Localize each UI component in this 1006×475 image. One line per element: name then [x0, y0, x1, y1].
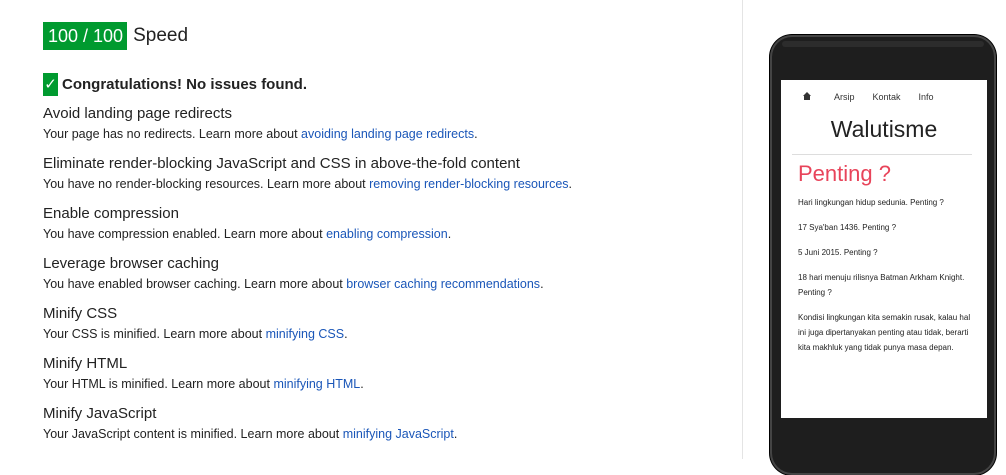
preview-blog-title[interactable]: Walutisme — [781, 114, 987, 154]
preview-post-title[interactable]: Penting ? — [798, 159, 987, 189]
preview-nav: Arsip Kontak Info — [781, 80, 987, 114]
preview-divider — [792, 154, 972, 155]
rule-desc-text: You have compression enabled. Learn more… — [43, 227, 327, 241]
rule-learn-more-link[interactable]: minifying HTML — [273, 377, 360, 391]
congrats-row: ✓ Congratulations! No issues found. — [43, 73, 723, 96]
preview-nav-item-kontak[interactable]: Kontak — [873, 92, 901, 102]
score-label: Speed — [133, 25, 189, 46]
rule-item: Minify HTML Your HTML is minified. Learn… — [43, 354, 723, 394]
rule-title: Minify HTML — [43, 355, 128, 372]
rule-learn-more-link[interactable]: removing render-blocking resources — [369, 177, 568, 191]
rule-learn-more-link[interactable]: avoiding landing page redirects — [301, 127, 474, 141]
preview-post-line: Hari lingkungan hidup sedunia. Penting ? — [798, 198, 944, 207]
preview-post-line: Kondisi lingkungan kita semakin rusak, k… — [798, 313, 971, 352]
rule-desc-text: Your JavaScript content is minified. Lea… — [43, 427, 343, 441]
rule-learn-more-link[interactable]: enabling compression — [326, 227, 448, 241]
rule-item: Minify CSS Your CSS is minified. Learn m… — [43, 304, 723, 344]
rule-desc-end: . — [453, 427, 458, 441]
rule-desc-end: . — [447, 227, 452, 241]
congrats-text: Congratulations! No issues found. — [62, 76, 308, 93]
mobile-preview-screen: Arsip Kontak Info Walutisme Penting ? Ha… — [781, 80, 987, 418]
rule-desc-text: Your page has no redirects. Learn more a… — [43, 127, 302, 141]
rule-description: Your HTML is minified. Learn more about … — [43, 374, 723, 394]
rule-item: Eliminate render-blocking JavaScript and… — [43, 154, 723, 194]
rule-description: You have compression enabled. Learn more… — [43, 224, 723, 244]
home-icon[interactable] — [802, 92, 812, 102]
rule-description: Your page has no redirects. Learn more a… — [43, 124, 723, 144]
rule-item: Minify JavaScript Your JavaScript conten… — [43, 404, 723, 444]
rule-description: Your JavaScript content is minified. Lea… — [43, 424, 723, 444]
rule-description: Your CSS is minified. Learn more about m… — [43, 324, 723, 344]
rule-learn-more-link[interactable]: browser caching recommendations — [346, 277, 540, 291]
rule-desc-text: Your CSS is minified. Learn more about — [43, 327, 266, 341]
rule-desc-end: . — [568, 177, 573, 191]
rule-learn-more-link[interactable]: minifying CSS — [266, 327, 345, 341]
rule-title: Eliminate render-blocking JavaScript and… — [43, 155, 520, 172]
rule-title: Leverage browser caching — [43, 255, 219, 272]
vertical-divider — [742, 0, 743, 459]
rule-desc-end: . — [344, 327, 348, 341]
rule-title: Minify JavaScript — [43, 405, 157, 422]
results-panel: 100 / 100 Speed ✓ Congratulations! No is… — [43, 22, 723, 444]
preview-post-line: 5 Juni 2015. Penting ? — [798, 248, 878, 257]
checkmark-icon: ✓ — [43, 73, 58, 96]
rule-item: Leverage browser caching You have enable… — [43, 254, 723, 294]
rule-desc-end: . — [474, 127, 478, 141]
rule-title: Minify CSS — [43, 305, 118, 322]
rule-learn-more-link[interactable]: minifying JavaScript — [343, 427, 454, 441]
phone-speaker — [782, 41, 984, 47]
rule-title: Enable compression — [43, 205, 179, 222]
preview-post-line: 18 hari menuju rilisnya Batman Arkham Kn… — [798, 273, 965, 297]
rule-title: Avoid landing page redirects — [43, 105, 233, 122]
preview-post-line: 17 Sya'ban 1436. Penting ? — [798, 223, 897, 232]
score-badge: 100 / 100 — [43, 22, 128, 50]
rule-item: Enable compression You have compression … — [43, 204, 723, 244]
preview-nav-item-arsip[interactable]: Arsip — [834, 92, 855, 102]
score-row: 100 / 100 Speed — [43, 22, 723, 50]
preview-nav-item-info[interactable]: Info — [919, 92, 934, 102]
rule-desc-text: You have no render-blocking resources. L… — [43, 177, 370, 191]
rule-desc-end: . — [540, 277, 544, 291]
preview-post-body: Hari lingkungan hidup sedunia. Penting ?… — [798, 195, 973, 355]
rule-desc-text: Your HTML is minified. Learn more about — [43, 377, 274, 391]
rule-item: Avoid landing page redirects Your page h… — [43, 104, 723, 144]
mobile-preview-phone: Arsip Kontak Info Walutisme Penting ? Ha… — [770, 35, 996, 475]
rule-desc-end: . — [360, 377, 364, 391]
rule-desc-text: You have enabled browser caching. Learn … — [43, 277, 347, 291]
rule-description: You have no render-blocking resources. L… — [43, 174, 723, 194]
rule-description: You have enabled browser caching. Learn … — [43, 274, 723, 294]
